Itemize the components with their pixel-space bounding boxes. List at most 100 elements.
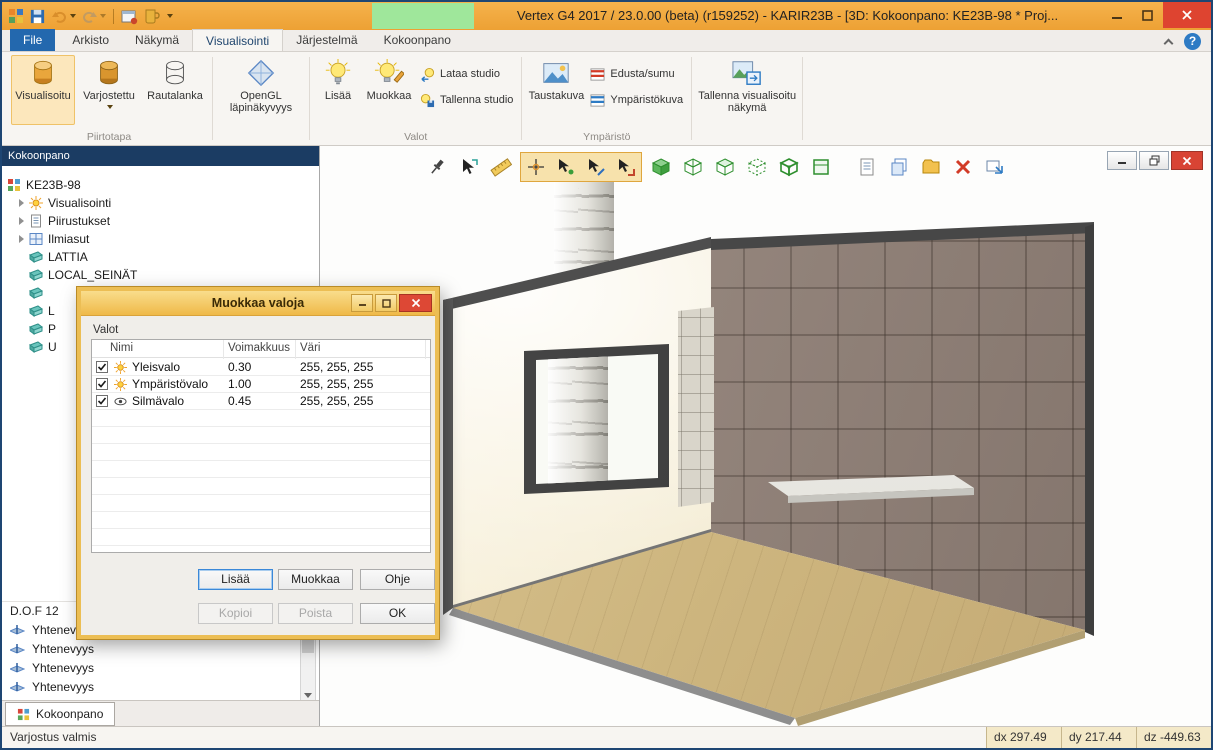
viewport-3d	[320, 146, 1211, 726]
delete-button[interactable]: Poista	[278, 603, 353, 624]
foreground-fog-button[interactable]: Edusta/sumu	[587, 65, 686, 83]
snap-face-icon[interactable]	[613, 154, 639, 180]
panel-icon[interactable]	[808, 154, 834, 180]
select-arrow-icon[interactable]	[456, 154, 482, 180]
snap-point-icon[interactable]	[553, 154, 579, 180]
tree-item-label: LOCAL_SEINÄT	[48, 268, 137, 282]
add-light-button[interactable]: Lisää	[315, 55, 361, 125]
delete-icon[interactable]	[950, 154, 976, 180]
load-studio-label: Lataa studio	[440, 68, 500, 80]
sidebar-header: Kokoonpano	[2, 146, 319, 166]
constraint-row[interactable]: Yhtenevyys	[2, 658, 94, 677]
mdi-restore-button[interactable]	[1139, 151, 1169, 170]
column-header-color: Väri	[300, 342, 320, 354]
collapse-ribbon-icon[interactable]	[1164, 39, 1174, 49]
light-row-ymparistovalo[interactable]: Ympäristövalo 1.00 255, 255, 255	[92, 376, 430, 393]
light-enabled-checkbox[interactable]	[96, 361, 108, 373]
tab-visualisointi[interactable]: Visualisointi	[192, 29, 283, 51]
expander-icon[interactable]	[19, 217, 24, 225]
add-button[interactable]: Lisää	[198, 569, 273, 590]
qat-customize-icon[interactable]	[165, 6, 173, 26]
snap-free-icon[interactable]	[523, 154, 549, 180]
light-row-silmavalo[interactable]: Silmävalo 0.45 255, 255, 255	[92, 393, 430, 410]
tab-nakyma[interactable]: Näkymä	[122, 29, 192, 51]
titlebar-highlight	[372, 3, 474, 29]
constraint-row[interactable]: Yhtenevyys	[2, 639, 94, 658]
group-valot: Lisää Muokkaa Lataa studio Tallenna stud…	[310, 52, 521, 145]
cube-wireframe-icon[interactable]	[680, 154, 706, 180]
save-icon[interactable]	[29, 6, 46, 26]
export-view-icon[interactable]	[982, 154, 1008, 180]
edit-button[interactable]: Muokkaa	[278, 569, 353, 590]
expander-icon[interactable]	[19, 199, 24, 207]
cube-edges-icon[interactable]	[776, 154, 802, 180]
dialog-close-button[interactable]	[399, 294, 432, 312]
sidebar-tab-kokoonpano[interactable]: Kokoonpano	[5, 702, 115, 726]
copy-button[interactable]: Kopioi	[198, 603, 273, 624]
tab-kokoonpano[interactable]: Kokoonpano	[371, 29, 464, 51]
light-name: Yleisvalo	[132, 360, 180, 374]
edit-lights-button[interactable]: Muokkaa	[363, 55, 415, 125]
environment-image-button[interactable]: Ympäristökuva	[587, 91, 686, 109]
folder-icon[interactable]	[918, 154, 944, 180]
undo-icon[interactable]	[51, 6, 76, 26]
light-name: Silmävalo	[132, 394, 184, 408]
tab-arkisto[interactable]: Arkisto	[59, 29, 122, 51]
light-enabled-checkbox[interactable]	[96, 378, 108, 390]
scene-3d-room[interactable]	[320, 146, 1211, 726]
mdi-close-button[interactable]	[1171, 151, 1203, 170]
tab-file[interactable]: File	[10, 29, 55, 51]
window-settings-icon[interactable]	[121, 6, 138, 26]
dialog-minimize-button[interactable]	[351, 294, 373, 312]
tree-item-piirustukset[interactable]: Piirustukset	[2, 212, 319, 230]
save-visualized-view-button[interactable]: Tallenna visualisoitu näkymä	[697, 55, 797, 125]
maximize-button[interactable]	[1132, 2, 1163, 28]
background-image-button[interactable]: Taustakuva	[527, 55, 585, 125]
mdi-window-controls	[1107, 151, 1203, 170]
light-row-yleisvalo[interactable]: Yleisvalo 0.30 255, 255, 255	[92, 359, 430, 376]
cube-dashed-icon[interactable]	[744, 154, 770, 180]
expander-icon[interactable]	[19, 235, 24, 243]
cube-solid-icon[interactable]	[648, 154, 674, 180]
light-enabled-checkbox[interactable]	[96, 395, 108, 407]
help-button[interactable]: Ohje	[360, 569, 435, 590]
cube-hidden-line-icon[interactable]	[712, 154, 738, 180]
mug-icon[interactable]	[143, 6, 160, 26]
tree-item-visualisointi[interactable]: Visualisointi	[2, 194, 319, 212]
tree-item-root[interactable]: KE23B-98	[2, 176, 319, 194]
measure-ruler-icon[interactable]	[488, 154, 514, 180]
save-studio-icon	[420, 93, 435, 108]
minimize-button[interactable]	[1101, 2, 1132, 28]
close-button[interactable]	[1163, 2, 1211, 28]
tree-item-local-seinat[interactable]: LOCAL_SEINÄT	[2, 266, 319, 284]
dialog-maximize-button[interactable]	[375, 294, 397, 312]
help-icon[interactable]: ?	[1184, 33, 1201, 50]
mdi-minimize-button[interactable]	[1107, 151, 1137, 170]
rautalanka-button[interactable]: Rautalanka	[143, 55, 207, 125]
status-message: Varjostus valmis	[10, 727, 96, 748]
copy-icon[interactable]	[886, 154, 912, 180]
notes-icon[interactable]	[854, 154, 880, 180]
tree-item-ilmiasut[interactable]: Ilmiasut	[2, 230, 319, 248]
lightbulb-edit-icon	[374, 58, 404, 88]
visualisoitu-button[interactable]: Visualisoitu	[11, 55, 75, 125]
save-studio-button[interactable]: Tallenna studio	[417, 91, 516, 109]
opengl-transparency-button[interactable]: OpenGL läpinäkyvyys	[218, 55, 304, 125]
redo-icon[interactable]	[81, 6, 106, 26]
save-visualized-view-label: Tallenna visualisoitu näkymä	[698, 90, 796, 114]
status-dy: dy 217.44	[1061, 727, 1136, 748]
constraint-row[interactable]: Yhtenevyys	[2, 677, 94, 696]
visualisoitu-label: Visualisoitu	[15, 90, 70, 102]
app-logo-icon[interactable]	[8, 6, 24, 26]
tab-jarjestelma[interactable]: Järjestelmä	[283, 29, 370, 51]
tree-item-lattia[interactable]: LATTIA	[2, 248, 319, 266]
varjostettu-button[interactable]: Varjostettu	[77, 55, 141, 125]
dialog-titlebar[interactable]: Muokkaa valoja	[81, 291, 435, 316]
snap-line-icon[interactable]	[583, 154, 609, 180]
tree-item-label: P	[48, 322, 56, 336]
pin-icon[interactable]	[424, 154, 450, 180]
background-image-icon	[541, 58, 571, 88]
ok-button[interactable]: OK	[360, 603, 435, 624]
ribbon-tab-row: File Arkisto Näkymä Visualisointi Järjes…	[2, 30, 1211, 52]
load-studio-button[interactable]: Lataa studio	[417, 65, 516, 83]
